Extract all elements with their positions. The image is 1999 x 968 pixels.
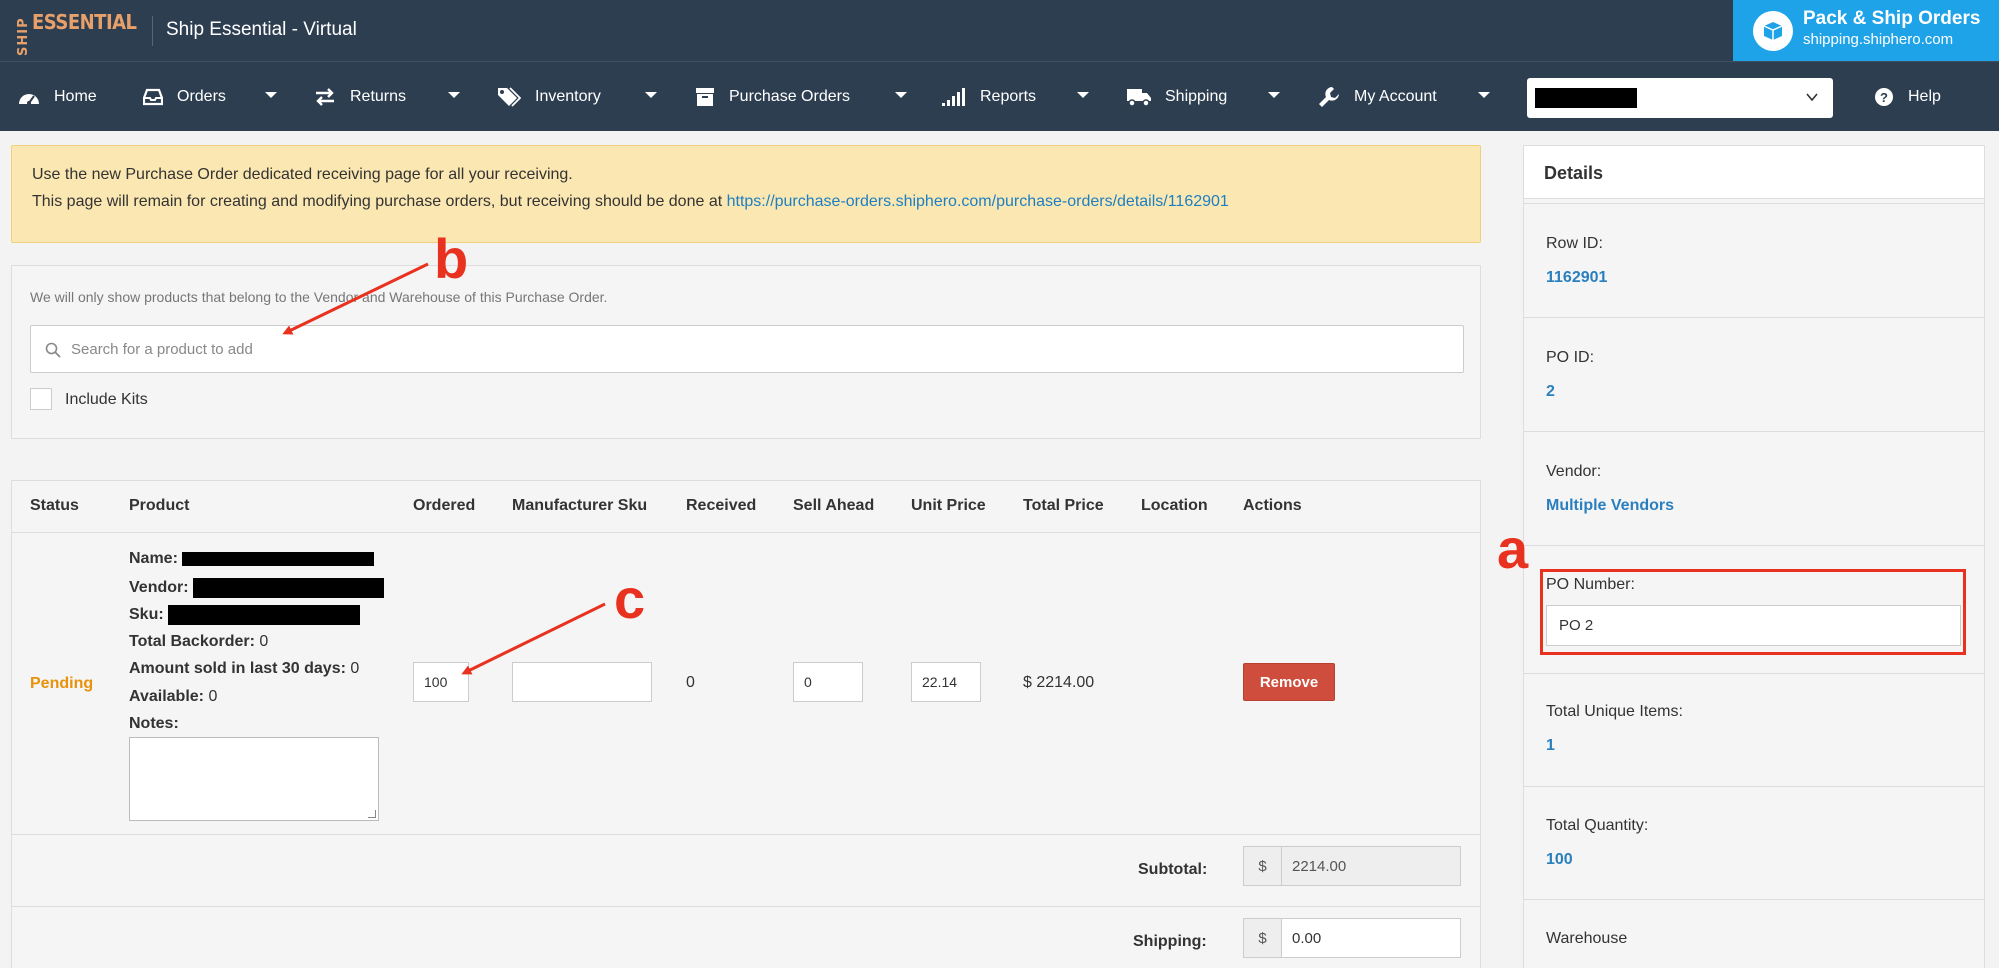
annotation-arrows bbox=[282, 262, 606, 675]
arrow-c bbox=[461, 602, 606, 675]
arrow-b bbox=[282, 262, 429, 335]
